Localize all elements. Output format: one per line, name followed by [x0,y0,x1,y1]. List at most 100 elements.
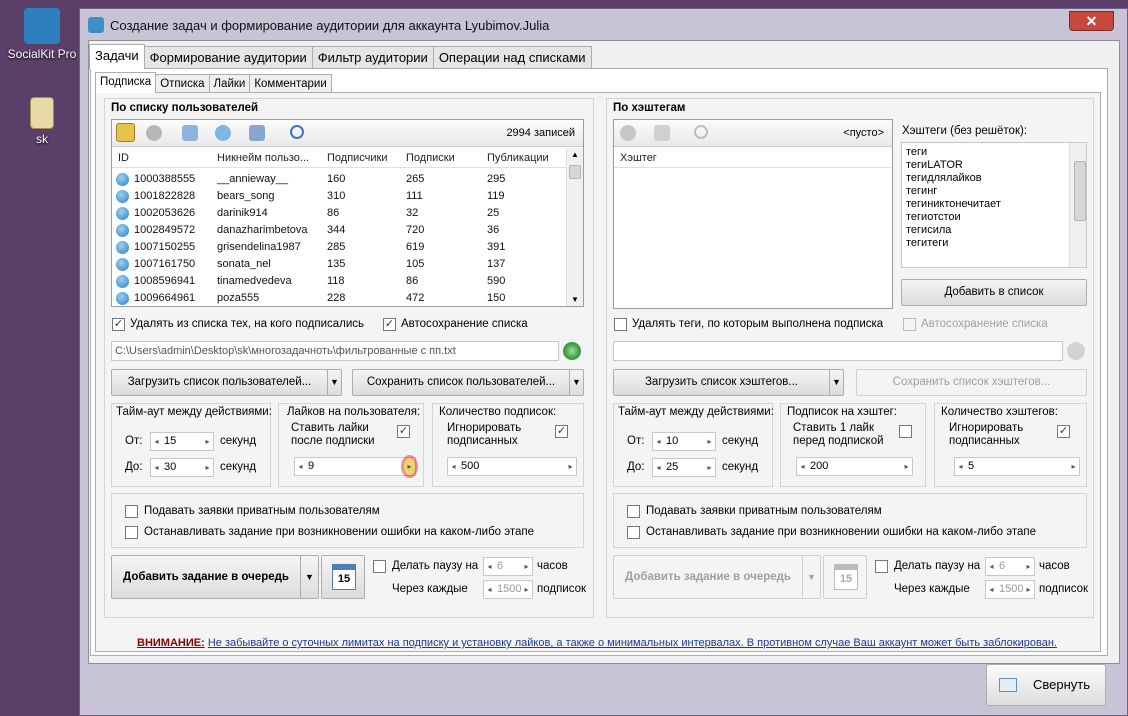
dropdown-arrow-icon[interactable]: ▼ [300,556,318,598]
col-followers[interactable]: Подписчики [327,152,388,164]
collapse-button[interactable]: Свернуть [986,664,1106,706]
tab-comments[interactable]: Комментарии [249,74,332,93]
delete-icon[interactable] [654,125,670,141]
spin-left-icon[interactable]: ◂ [653,459,664,476]
schedule-button[interactable]: 15 [823,555,867,599]
col-nickname[interactable]: Никнейм пользо... [217,152,309,164]
spin-right-icon[interactable]: ▸ [1068,458,1079,475]
dropdown-arrow-icon[interactable]: ▼ [569,370,583,395]
table-row[interactable]: 1002849572 danazharimbetova 344 720 36 [112,222,567,239]
every-count-spinner[interactable]: ◂ 1500 ▸ [483,580,533,599]
table-row[interactable]: 1009664961 poza555 228 472 150 [112,290,567,306]
table-row[interactable]: 1000388555 __annieway__ 160 265 295 [112,171,567,188]
title-bar[interactable]: Создание задач и формирование аудитории … [80,9,1127,40]
col-posts[interactable]: Публикации [487,152,549,164]
hashtags-textarea[interactable]: теги тегиLATOR тегидлялайков тегинг тегиникт… [901,142,1087,268]
spinner-value[interactable]: 6 [497,560,503,572]
remove-followed-checkbox[interactable]: ✓ [112,318,125,331]
spin-left-icon[interactable]: ◂ [955,458,966,475]
close-button[interactable]: ✕ [1069,11,1114,31]
pause-hours-spinner[interactable]: ◂ 6 ▸ [985,557,1035,576]
load-hashtags-button[interactable]: Загрузить список хэштегов... ▼ [613,369,844,396]
timeout-from-spinner[interactable]: ◂ 10 ▸ [652,432,716,451]
dropdown-arrow-icon[interactable]: ▼ [829,370,843,395]
spinner-value[interactable]: 1500 [999,583,1023,595]
spin-left-icon[interactable]: ◂ [151,433,162,450]
tab-follow[interactable]: Подписка [95,72,157,93]
like-before-follow-checkbox[interactable] [899,425,912,438]
spin-left-icon[interactable]: ◂ [448,458,459,475]
users-file-path[interactable]: C:\Users\admin\Desktop\sk\многозадачноть… [111,341,559,361]
schedule-button[interactable]: 15 [321,555,365,599]
add-task-button[interactable]: Добавить задание в очередь ▼ [111,555,319,599]
table-row[interactable]: 1002053626 darinik914 86 32 25 [112,205,567,222]
save-hashtags-button[interactable]: Сохранить список хэштегов... [856,369,1087,396]
tag-count-spinner[interactable]: ◂ 5 ▸ [954,457,1080,476]
stop-on-error-checkbox[interactable] [125,526,138,539]
search-icon[interactable] [694,125,708,139]
likes-count-spinner[interactable]: ◂ 9 ▸ [294,457,416,476]
spin-left-icon[interactable]: ◂ [797,458,808,475]
spin-right-icon[interactable]: ▸ [202,433,213,450]
spin-left-icon[interactable]: ◂ [484,581,495,598]
export-icon[interactable] [249,125,265,141]
likes-after-follow-checkbox[interactable]: ✓ [397,425,410,438]
col-hashtag[interactable]: Хэштег [620,152,657,164]
spin-right-icon[interactable]: ▸ [404,458,415,475]
scroll-thumb[interactable] [1074,161,1086,221]
check-icon[interactable] [146,125,162,141]
reload-icon[interactable] [1067,342,1085,360]
dropdown-arrow-icon[interactable]: ▼ [802,556,820,598]
spin-left-icon[interactable]: ◂ [484,558,495,575]
pause-checkbox[interactable] [373,560,386,573]
spin-left-icon[interactable]: ◂ [653,433,664,450]
spinner-value[interactable]: 200 [810,460,828,472]
spin-right-icon[interactable]: ▸ [901,458,912,475]
timeout-to-spinner[interactable]: ◂ 25 ▸ [652,458,716,477]
tab-tasks[interactable]: Задачи [89,44,145,69]
per-tag-spinner[interactable]: ◂ 200 ▸ [796,457,913,476]
private-requests-checkbox[interactable] [627,505,640,518]
spinner-value[interactable]: 9 [308,460,314,472]
ignore-followed-checkbox[interactable]: ✓ [1057,425,1070,438]
spin-right-icon[interactable]: ▸ [704,433,715,450]
spinner-value[interactable]: 25 [666,461,678,473]
timeout-to-spinner[interactable]: ◂ 30 ▸ [150,458,214,477]
scroll-thumb[interactable] [569,165,581,179]
remove-tags-checkbox[interactable] [614,318,627,331]
spin-left-icon[interactable]: ◂ [986,558,997,575]
warning-text[interactable]: Не забывайте о суточных лимитах на подпи… [208,637,1057,649]
scroll-down-icon[interactable]: ▼ [571,295,579,304]
spin-right-icon[interactable]: ▸ [565,458,576,475]
spin-left-icon[interactable]: ◂ [151,459,162,476]
table-row[interactable]: 1001822828 bears_song 310 111 119 [112,188,567,205]
load-users-button[interactable]: Загрузить список пользователей... ▼ [111,369,342,396]
search-icon[interactable] [290,125,304,139]
tab-list-operations[interactable]: Операции над списками [432,46,592,69]
tab-unfollow[interactable]: Отписка [155,74,210,93]
spin-left-icon[interactable]: ◂ [986,581,997,598]
table-row[interactable]: 1008596941 tinamedvedeva 118 86 590 [112,273,567,290]
refresh-icon[interactable] [215,125,231,141]
follow-count-spinner[interactable]: ◂ 500 ▸ [447,457,577,476]
tab-audience-forming[interactable]: Формирование аудитории [143,46,313,69]
spin-right-icon[interactable]: ▸ [202,459,213,476]
autosave-checkbox[interactable] [903,318,916,331]
spinner-value[interactable]: 15 [164,435,176,447]
every-count-spinner[interactable]: ◂ 1500 ▸ [985,580,1035,599]
stop-on-error-checkbox[interactable] [627,526,640,539]
spinner-value[interactable]: 500 [461,460,479,472]
tags-scrollbar[interactable] [1069,143,1086,267]
dropdown-arrow-icon[interactable]: ▼ [327,370,341,395]
timeout-from-spinner[interactable]: ◂ 15 ▸ [150,432,214,451]
save-users-button[interactable]: Сохранить список пользователей... ▼ [352,369,584,396]
table-row[interactable]: 1007150255 grisendelina1987 285 619 391 [112,239,567,256]
ignore-followed-checkbox[interactable]: ✓ [555,425,568,438]
spin-right-icon[interactable]: ▸ [521,581,532,598]
private-requests-checkbox[interactable] [125,505,138,518]
desktop-icon-socialkit[interactable]: SocialKit Pro [2,8,82,61]
desktop-icon-sk[interactable]: sk [2,97,82,146]
add-to-list-button[interactable]: Добавить в список [901,279,1087,306]
spinner-value[interactable]: 30 [164,461,176,473]
spin-right-icon[interactable]: ▸ [1023,581,1034,598]
